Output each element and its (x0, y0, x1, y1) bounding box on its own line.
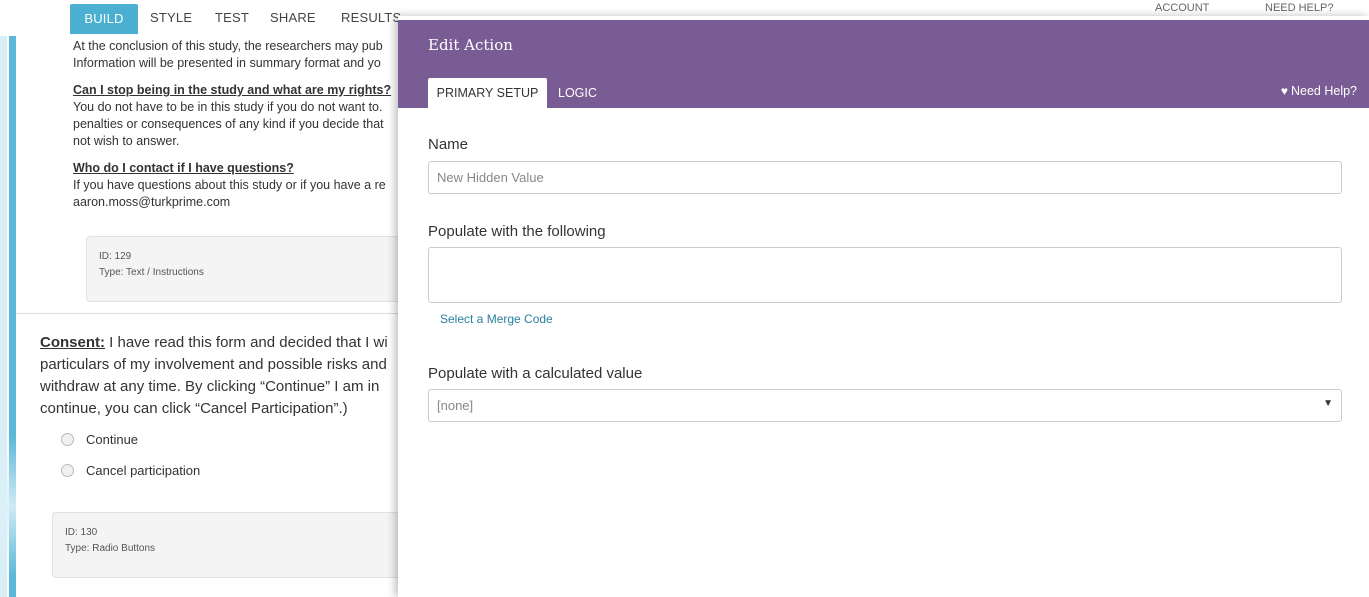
tab-primary-setup[interactable]: PRIMARY SETUP (428, 78, 547, 108)
name-input[interactable]: New Hidden Value (428, 161, 1342, 194)
rights-heading: Can I stop being in the study and what a… (73, 83, 392, 97)
rights-line-1: You do not have to be in this study if y… (73, 100, 383, 114)
question-info-box-130[interactable]: ID: 130 Type: Radio Buttons (52, 512, 436, 578)
question-type: Type: Radio Buttons (65, 543, 156, 554)
consent-question: Consent: I have read this form and decid… (40, 332, 388, 420)
consent-line-4: continue, you can click “Cancel Particip… (40, 400, 348, 417)
calculated-value-select[interactable]: [none] ▼ (428, 389, 1342, 422)
calculated-value-label: Populate with a calculated value (428, 365, 643, 382)
account-link[interactable]: ACCOUNT (1155, 2, 1209, 14)
option-label: Continue (86, 432, 139, 447)
need-help-link-top[interactable]: NEED HELP? (1265, 2, 1333, 14)
modal-title: Edit Action (428, 36, 513, 54)
consent-label: Consent: (40, 334, 105, 351)
left-rail (0, 36, 16, 597)
tab-share[interactable]: SHARE (270, 10, 316, 25)
populate-textarea[interactable] (428, 247, 1342, 303)
divider (16, 313, 436, 314)
option-label: Cancel participation (86, 463, 201, 478)
tab-logic[interactable]: LOGIC (558, 78, 597, 108)
survey-canvas: At the conclusion of this study, the res… (16, 36, 436, 597)
tab-build[interactable]: BUILD (70, 4, 138, 34)
question-info-box-129[interactable]: ID: 129 Type: Text / Instructions (86, 236, 436, 302)
contact-heading: Who do I contact if I have questions? (73, 161, 294, 175)
need-help-link[interactable]: ♥ Need Help? (1281, 84, 1357, 98)
consent-line-2: particulars of my involvement and possib… (40, 356, 387, 373)
caret-down-icon: ▼ (1323, 398, 1333, 409)
contact-email: aaron.moss@turkprime.com (73, 195, 231, 209)
tab-test[interactable]: TEST (215, 10, 249, 25)
consent-line-1: I have read this form and decided that I… (105, 334, 388, 351)
question-id: ID: 130 (65, 527, 98, 538)
option-continue[interactable]: Continue (61, 432, 138, 447)
modal-header: Edit Action PRIMARY SETUP LOGIC ♥ Need H… (398, 20, 1369, 108)
name-input-value: New Hidden Value (437, 170, 544, 185)
consent-line-3: withdraw at any time. By clicking “Conti… (40, 378, 380, 395)
tab-results[interactable]: RESULTS (341, 10, 401, 25)
conclusion-line-2: Information will be presented in summary… (73, 56, 381, 70)
populate-label: Populate with the following (428, 223, 606, 240)
radio-button[interactable] (61, 433, 74, 446)
rights-line-3: not wish to answer. (73, 134, 180, 148)
rights-line-2: penalties or consequences of any kind if… (73, 117, 384, 131)
question-type: Type: Text / Instructions (99, 267, 204, 278)
conclusion-line-1: At the conclusion of this study, the res… (73, 39, 383, 53)
contact-line-1: If you have questions about this study o… (73, 178, 386, 192)
radio-button[interactable] (61, 464, 74, 477)
calculated-value-selected: [none] (437, 398, 474, 413)
edit-action-modal: Edit Action PRIMARY SETUP LOGIC ♥ Need H… (398, 16, 1369, 597)
select-merge-code-link[interactable]: Select a Merge Code (440, 312, 553, 326)
name-label: Name (428, 136, 469, 153)
option-cancel-participation[interactable]: Cancel participation (61, 463, 200, 478)
need-help-label: Need Help? (1290, 84, 1357, 98)
tab-style[interactable]: STYLE (150, 10, 192, 25)
question-id: ID: 129 (99, 251, 132, 262)
heart-icon: ♥ (1280, 84, 1288, 98)
